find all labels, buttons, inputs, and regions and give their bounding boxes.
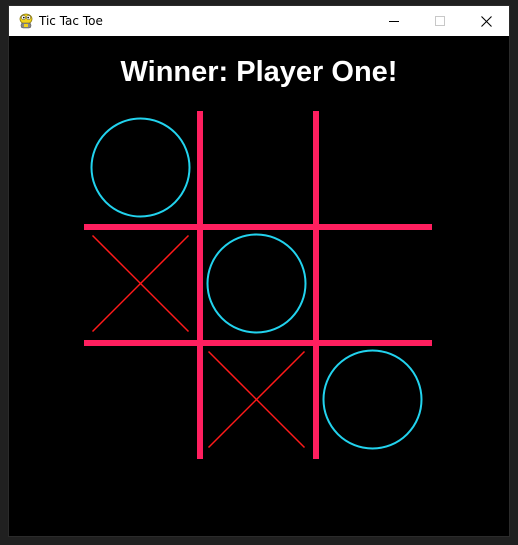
game-window: Tic Tac Toe Winner: Player One!	[8, 5, 510, 537]
board-cell-1-1[interactable]	[200, 227, 316, 343]
close-icon	[480, 15, 492, 27]
game-board[interactable]	[9, 36, 509, 536]
minimize-button[interactable]	[371, 6, 417, 36]
board-cell-1-2[interactable]	[316, 227, 432, 343]
maximize-icon	[435, 16, 445, 26]
board-cell-2-0[interactable]	[84, 343, 200, 459]
close-button[interactable]	[463, 6, 509, 36]
python-snake-icon	[19, 13, 33, 29]
grid-line-horizontal	[84, 340, 432, 346]
grid-line-vertical	[313, 111, 319, 459]
grid-line-horizontal	[84, 224, 432, 230]
board-cell-0-0[interactable]	[84, 111, 200, 227]
minimize-icon	[389, 21, 399, 22]
board-cell-0-1[interactable]	[200, 111, 316, 227]
grid-line-vertical	[197, 111, 203, 459]
board-cell-2-2[interactable]	[316, 343, 432, 459]
title-bar[interactable]: Tic Tac Toe	[9, 6, 509, 36]
board-cell-0-2[interactable]	[316, 111, 432, 227]
window-title: Tic Tac Toe	[39, 14, 103, 28]
maximize-button[interactable]	[417, 6, 463, 36]
